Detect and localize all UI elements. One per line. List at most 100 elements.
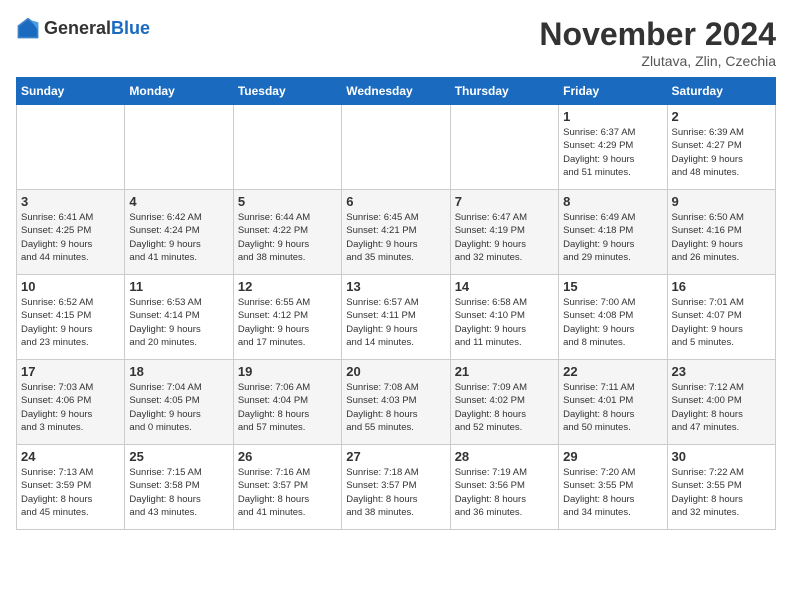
day-number: 4 [129,194,228,209]
day-number: 12 [238,279,337,294]
day-info: Sunrise: 6:37 AM Sunset: 4:29 PM Dayligh… [563,126,662,179]
day-info: Sunrise: 7:08 AM Sunset: 4:03 PM Dayligh… [346,381,445,434]
day-info: Sunrise: 6:47 AM Sunset: 4:19 PM Dayligh… [455,211,554,264]
day-number: 11 [129,279,228,294]
calendar-cell: 22Sunrise: 7:11 AM Sunset: 4:01 PM Dayli… [559,360,667,445]
day-info: Sunrise: 6:49 AM Sunset: 4:18 PM Dayligh… [563,211,662,264]
day-number: 15 [563,279,662,294]
day-number: 27 [346,449,445,464]
week-row-4: 17 Sunrise: 7:03 AM Sunset: 4:06 PM Dayli… [17,360,776,445]
day-info: Sunrise: 7:18 AM Sunset: 3:57 PM Dayligh… [346,466,445,519]
day-number: 17 [21,364,120,379]
calendar-cell: 2 Sunrise: 6:39 AM Sunset: 4:27 PM Daylig… [667,105,775,190]
calendar-cell: 7 Sunrise: 6:47 AM Sunset: 4:19 PM Daylig… [450,190,558,275]
logo-icon [16,16,40,40]
day-number: 9 [672,194,771,209]
calendar-cell: 19 Sunrise: 7:06 AM Sunset: 4:04 PM Dayli… [233,360,341,445]
day-number: 13 [346,279,445,294]
title-area: November 2024 Zlutava, Zlin, Czechia [539,16,776,69]
header-day-wednesday: Wednesday [342,78,450,105]
day-info: Sunrise: 7:20 AM Sunset: 3:55 PM Dayligh… [563,466,662,519]
week-row-3: 10 Sunrise: 6:52 AM Sunset: 4:15 PM Dayli… [17,275,776,360]
calendar-cell: 11 Sunrise: 6:53 AM Sunset: 4:14 PM Dayli… [125,275,233,360]
day-info: Sunrise: 7:11 AM Sunset: 4:01 PM Dayligh… [563,381,662,434]
calendar-cell [450,105,558,190]
day-info: Sunrise: 7:00 AM Sunset: 4:08 PM Dayligh… [563,296,662,349]
day-number: 23 [672,364,771,379]
calendar-cell [233,105,341,190]
calendar-cell: 6Sunrise: 6:45 AM Sunset: 4:21 PM Daylig… [342,190,450,275]
day-number: 21 [455,364,554,379]
calendar-cell: 29Sunrise: 7:20 AM Sunset: 3:55 PM Dayli… [559,445,667,530]
subtitle: Zlutava, Zlin, Czechia [539,53,776,69]
calendar-cell: 17 Sunrise: 7:03 AM Sunset: 4:06 PM Dayli… [17,360,125,445]
day-info: Sunrise: 7:15 AM Sunset: 3:58 PM Dayligh… [129,466,228,519]
day-number: 14 [455,279,554,294]
day-number: 30 [672,449,771,464]
calendar-cell: 9 Sunrise: 6:50 AM Sunset: 4:16 PM Daylig… [667,190,775,275]
day-info: Sunrise: 6:50 AM Sunset: 4:16 PM Dayligh… [672,211,771,264]
calendar-table: SundayMondayTuesdayWednesdayThursdayFrid… [16,77,776,530]
calendar-cell: 26 Sunrise: 7:16 AM Sunset: 3:57 PM Dayli… [233,445,341,530]
logo-text: GeneralBlue [44,18,150,39]
calendar-cell [125,105,233,190]
calendar-cell: 14 Sunrise: 6:58 AM Sunset: 4:10 PM Dayli… [450,275,558,360]
day-info: Sunrise: 7:13 AM Sunset: 3:59 PM Dayligh… [21,466,120,519]
day-number: 20 [346,364,445,379]
header-day-monday: Monday [125,78,233,105]
day-number: 26 [238,449,337,464]
calendar-cell: 5Sunrise: 6:44 AM Sunset: 4:22 PM Daylig… [233,190,341,275]
day-info: Sunrise: 7:09 AM Sunset: 4:02 PM Dayligh… [455,381,554,434]
calendar-cell: 23 Sunrise: 7:12 AM Sunset: 4:00 PM Dayli… [667,360,775,445]
day-info: Sunrise: 7:01 AM Sunset: 4:07 PM Dayligh… [672,296,771,349]
calendar-cell: 10 Sunrise: 6:52 AM Sunset: 4:15 PM Dayli… [17,275,125,360]
day-info: Sunrise: 7:16 AM Sunset: 3:57 PM Dayligh… [238,466,337,519]
header-day-tuesday: Tuesday [233,78,341,105]
calendar-cell: 30 Sunrise: 7:22 AM Sunset: 3:55 PM Dayli… [667,445,775,530]
calendar-cell: 4 Sunrise: 6:42 AM Sunset: 4:24 PM Daylig… [125,190,233,275]
day-info: Sunrise: 7:22 AM Sunset: 3:55 PM Dayligh… [672,466,771,519]
calendar-cell: 28Sunrise: 7:19 AM Sunset: 3:56 PM Dayli… [450,445,558,530]
day-info: Sunrise: 6:55 AM Sunset: 4:12 PM Dayligh… [238,296,337,349]
day-number: 10 [21,279,120,294]
header-day-friday: Friday [559,78,667,105]
calendar-cell [342,105,450,190]
calendar-cell: 18 Sunrise: 7:04 AM Sunset: 4:05 PM Dayli… [125,360,233,445]
day-number: 18 [129,364,228,379]
day-number: 3 [21,194,120,209]
day-info: Sunrise: 7:03 AM Sunset: 4:06 PM Dayligh… [21,381,120,434]
day-number: 19 [238,364,337,379]
header-row: SundayMondayTuesdayWednesdayThursdayFrid… [17,78,776,105]
calendar-cell: 1 Sunrise: 6:37 AM Sunset: 4:29 PM Daylig… [559,105,667,190]
day-number: 25 [129,449,228,464]
day-number: 8 [563,194,662,209]
calendar-header: SundayMondayTuesdayWednesdayThursdayFrid… [17,78,776,105]
day-info: Sunrise: 7:19 AM Sunset: 3:56 PM Dayligh… [455,466,554,519]
day-number: 2 [672,109,771,124]
day-info: Sunrise: 6:39 AM Sunset: 4:27 PM Dayligh… [672,126,771,179]
day-info: Sunrise: 6:52 AM Sunset: 4:15 PM Dayligh… [21,296,120,349]
header-day-sunday: Sunday [17,78,125,105]
day-number: 16 [672,279,771,294]
day-info: Sunrise: 7:06 AM Sunset: 4:04 PM Dayligh… [238,381,337,434]
calendar-cell: 15 Sunrise: 7:00 AM Sunset: 4:08 PM Dayli… [559,275,667,360]
calendar-cell: 21 Sunrise: 7:09 AM Sunset: 4:02 PM Dayli… [450,360,558,445]
day-info: Sunrise: 6:41 AM Sunset: 4:25 PM Dayligh… [21,211,120,264]
day-info: Sunrise: 7:04 AM Sunset: 4:05 PM Dayligh… [129,381,228,434]
calendar-cell [17,105,125,190]
day-number: 7 [455,194,554,209]
day-info: Sunrise: 6:45 AM Sunset: 4:21 PM Dayligh… [346,211,445,264]
day-info: Sunrise: 7:12 AM Sunset: 4:00 PM Dayligh… [672,381,771,434]
calendar-cell: 12 Sunrise: 6:55 AM Sunset: 4:12 PM Dayli… [233,275,341,360]
calendar-cell: 20 Sunrise: 7:08 AM Sunset: 4:03 PM Dayli… [342,360,450,445]
logo: GeneralBlue [16,16,150,40]
month-title: November 2024 [539,16,776,53]
day-info: Sunrise: 6:42 AM Sunset: 4:24 PM Dayligh… [129,211,228,264]
calendar-cell: 3 Sunrise: 6:41 AM Sunset: 4:25 PM Daylig… [17,190,125,275]
day-number: 1 [563,109,662,124]
week-row-2: 3 Sunrise: 6:41 AM Sunset: 4:25 PM Daylig… [17,190,776,275]
day-info: Sunrise: 6:53 AM Sunset: 4:14 PM Dayligh… [129,296,228,349]
day-info: Sunrise: 6:44 AM Sunset: 4:22 PM Dayligh… [238,211,337,264]
day-info: Sunrise: 6:58 AM Sunset: 4:10 PM Dayligh… [455,296,554,349]
calendar-cell: 16 Sunrise: 7:01 AM Sunset: 4:07 PM Dayli… [667,275,775,360]
